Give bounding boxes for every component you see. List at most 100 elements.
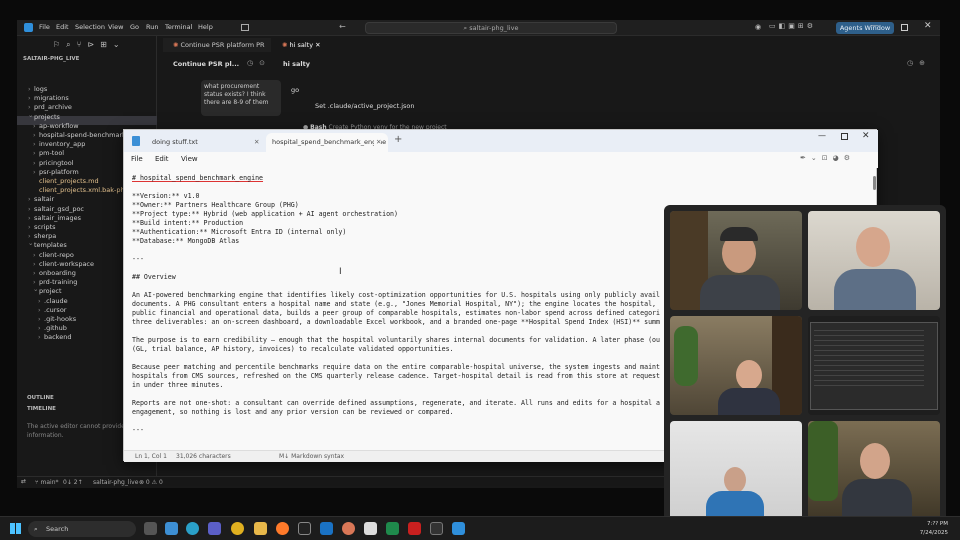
sync-indicator[interactable]: 0↓ 2↑ — [63, 479, 83, 486]
video-tile-1[interactable] — [670, 211, 802, 310]
maximize-icon[interactable] — [841, 133, 848, 140]
pane2-actions-icon[interactable]: ◷⊕ — [907, 59, 931, 67]
workspace-indicator[interactable]: saltair-phg_live — [93, 479, 138, 486]
menu-edit[interactable]: Edit — [56, 23, 69, 31]
menu-file[interactable]: File — [131, 155, 143, 163]
tree-item[interactable]: prd_archive — [28, 103, 72, 111]
app-icon[interactable] — [298, 522, 311, 535]
tree-item[interactable]: client_projects.xml.bak-phase — [39, 186, 136, 194]
tree-item[interactable]: .github — [38, 324, 67, 332]
tree-item[interactable]: client-workspace — [33, 260, 94, 268]
menu-run[interactable]: Run — [146, 23, 158, 31]
tree-item[interactable]: .claude — [38, 297, 68, 305]
layout-icons[interactable]: ▭◧▣⊞⚙ — [769, 22, 816, 30]
tree-item[interactable]: projects — [28, 111, 60, 121]
menu-go[interactable]: Go — [130, 23, 139, 31]
tree-item[interactable]: psr-platform — [33, 168, 79, 176]
windows-start-icon[interactable] — [10, 523, 21, 534]
branch-indicator[interactable]: ⑂ main* — [35, 479, 59, 486]
pane1-actions-icon[interactable]: ◷⊙ — [247, 59, 271, 67]
close-icon[interactable]: ✕ — [862, 131, 870, 141]
tab-hi-salty[interactable]: ✺ hi salty ✕ — [276, 38, 336, 52]
widgets-icon[interactable] — [165, 522, 178, 535]
layout-toggle-icon[interactable] — [241, 24, 249, 31]
timeline-section[interactable]: TIMELINE — [27, 406, 56, 412]
video-tile-4-screenshare[interactable] — [808, 316, 940, 415]
video-tile-2[interactable] — [808, 211, 940, 310]
problems-indicator[interactable]: ⊗ 0 ⚠ 0 — [139, 479, 163, 486]
close-tab-icon[interactable]: ✕ — [254, 133, 259, 152]
vscode-icon[interactable] — [452, 522, 465, 535]
tree-item[interactable]: saltair_images — [28, 214, 81, 222]
minimize-icon[interactable]: — — [818, 131, 826, 140]
maximize-icon[interactable] — [901, 24, 908, 31]
text-cursor-icon: I — [339, 267, 342, 277]
scrollbar-thumb[interactable] — [873, 176, 876, 190]
tree-item[interactable]: ap-workflow — [33, 122, 79, 130]
firefox-icon[interactable] — [276, 522, 289, 535]
taskbar-search[interactable]: ⌕ Search — [28, 521, 136, 537]
syntax-indicator[interactable]: M↓ Markdown syntax — [279, 453, 344, 460]
tree-item[interactable]: .cursor — [38, 306, 67, 314]
tab-hospital-spend[interactable]: hospital_spend_benchmark_engine ✕ — [266, 133, 388, 152]
menu-file[interactable]: File — [39, 23, 50, 31]
tree-item[interactable]: migrations — [28, 94, 69, 102]
tree-item[interactable]: inventory_app — [33, 140, 85, 148]
video-tile-3[interactable] — [670, 316, 802, 415]
tree-item[interactable]: logs — [28, 85, 47, 93]
menu-view[interactable]: View — [181, 155, 198, 163]
file-explorer-icon[interactable] — [254, 522, 267, 535]
tree-item[interactable]: saltair — [28, 195, 54, 203]
video-tile-5[interactable] — [670, 421, 802, 520]
claude-icon[interactable] — [342, 522, 355, 535]
tree-item[interactable]: scripts — [28, 223, 55, 231]
shared-screen-content — [814, 330, 924, 390]
menu-terminal[interactable]: Terminal — [165, 23, 192, 31]
tree-item[interactable]: templates — [28, 239, 67, 249]
close-tab-icon[interactable]: ✕ — [315, 41, 320, 49]
menu-selection[interactable]: Selection — [75, 23, 105, 31]
tree-item[interactable]: client_projects.md — [39, 177, 99, 185]
tree-item[interactable]: client-repo — [33, 251, 74, 259]
terminal-icon[interactable] — [430, 522, 443, 535]
tree-item[interactable]: pm-tool — [33, 149, 64, 157]
tree-item[interactable]: pricingtool — [33, 159, 73, 167]
cursor-icon[interactable] — [364, 522, 377, 535]
agents-window-button[interactable]: Agents Window — [836, 22, 894, 34]
tree-item[interactable]: saltair_gsd_poc — [28, 205, 84, 213]
back-arrow-icon[interactable]: ← — [339, 22, 346, 31]
pane1-title: Continue PSR pl... — [173, 60, 240, 68]
tree-item[interactable]: onboarding — [33, 269, 76, 277]
outlook-icon[interactable] — [320, 522, 333, 535]
minimize-icon[interactable]: — — [871, 21, 879, 30]
tree-item[interactable]: .git-hooks — [38, 315, 76, 323]
system-clock[interactable]: 7:?? PM 7/24/2025 — [920, 520, 948, 538]
close-tab-icon[interactable]: ✕ — [374, 133, 382, 152]
close-icon[interactable]: ✕ — [924, 21, 932, 31]
tree-item[interactable]: project — [33, 285, 61, 295]
chat-go-message: go — [291, 86, 300, 94]
new-tab-icon[interactable]: + — [394, 134, 402, 145]
tree-item[interactable]: sherpa — [28, 232, 56, 240]
tab-continue-psr[interactable]: ✺ Continue PSR platform PR — [163, 38, 271, 52]
excel-icon[interactable] — [386, 522, 399, 535]
copilot-icon[interactable]: ◉ — [755, 23, 761, 31]
teams-icon[interactable] — [208, 522, 221, 535]
remote-icon[interactable]: ⇄ — [21, 478, 26, 485]
menu-view[interactable]: View — [108, 23, 123, 31]
tab-doing-stuff[interactable]: doing stuff.txt ✕ — [126, 133, 264, 152]
menu-help[interactable]: Help — [198, 23, 213, 31]
task-view-icon[interactable] — [144, 522, 157, 535]
toolbar-icons[interactable]: ✒⌄⊡◕⚙ — [800, 154, 855, 162]
tree-item[interactable]: backend — [38, 333, 72, 341]
edge-icon[interactable] — [186, 522, 199, 535]
acrobat-icon[interactable] — [408, 522, 421, 535]
chrome-icon[interactable] — [231, 522, 244, 535]
menu-edit[interactable]: Edit — [155, 155, 169, 163]
participant-shirt — [700, 275, 780, 310]
command-center[interactable]: ⌕ saltair-phg_live — [365, 22, 617, 34]
video-tile-6[interactable] — [808, 421, 940, 520]
chat-message-bubble: what procurement status exists? I think … — [201, 80, 281, 116]
outline-section[interactable]: OUTLINE — [27, 395, 54, 401]
tree-item[interactable]: prd-training — [33, 278, 77, 286]
